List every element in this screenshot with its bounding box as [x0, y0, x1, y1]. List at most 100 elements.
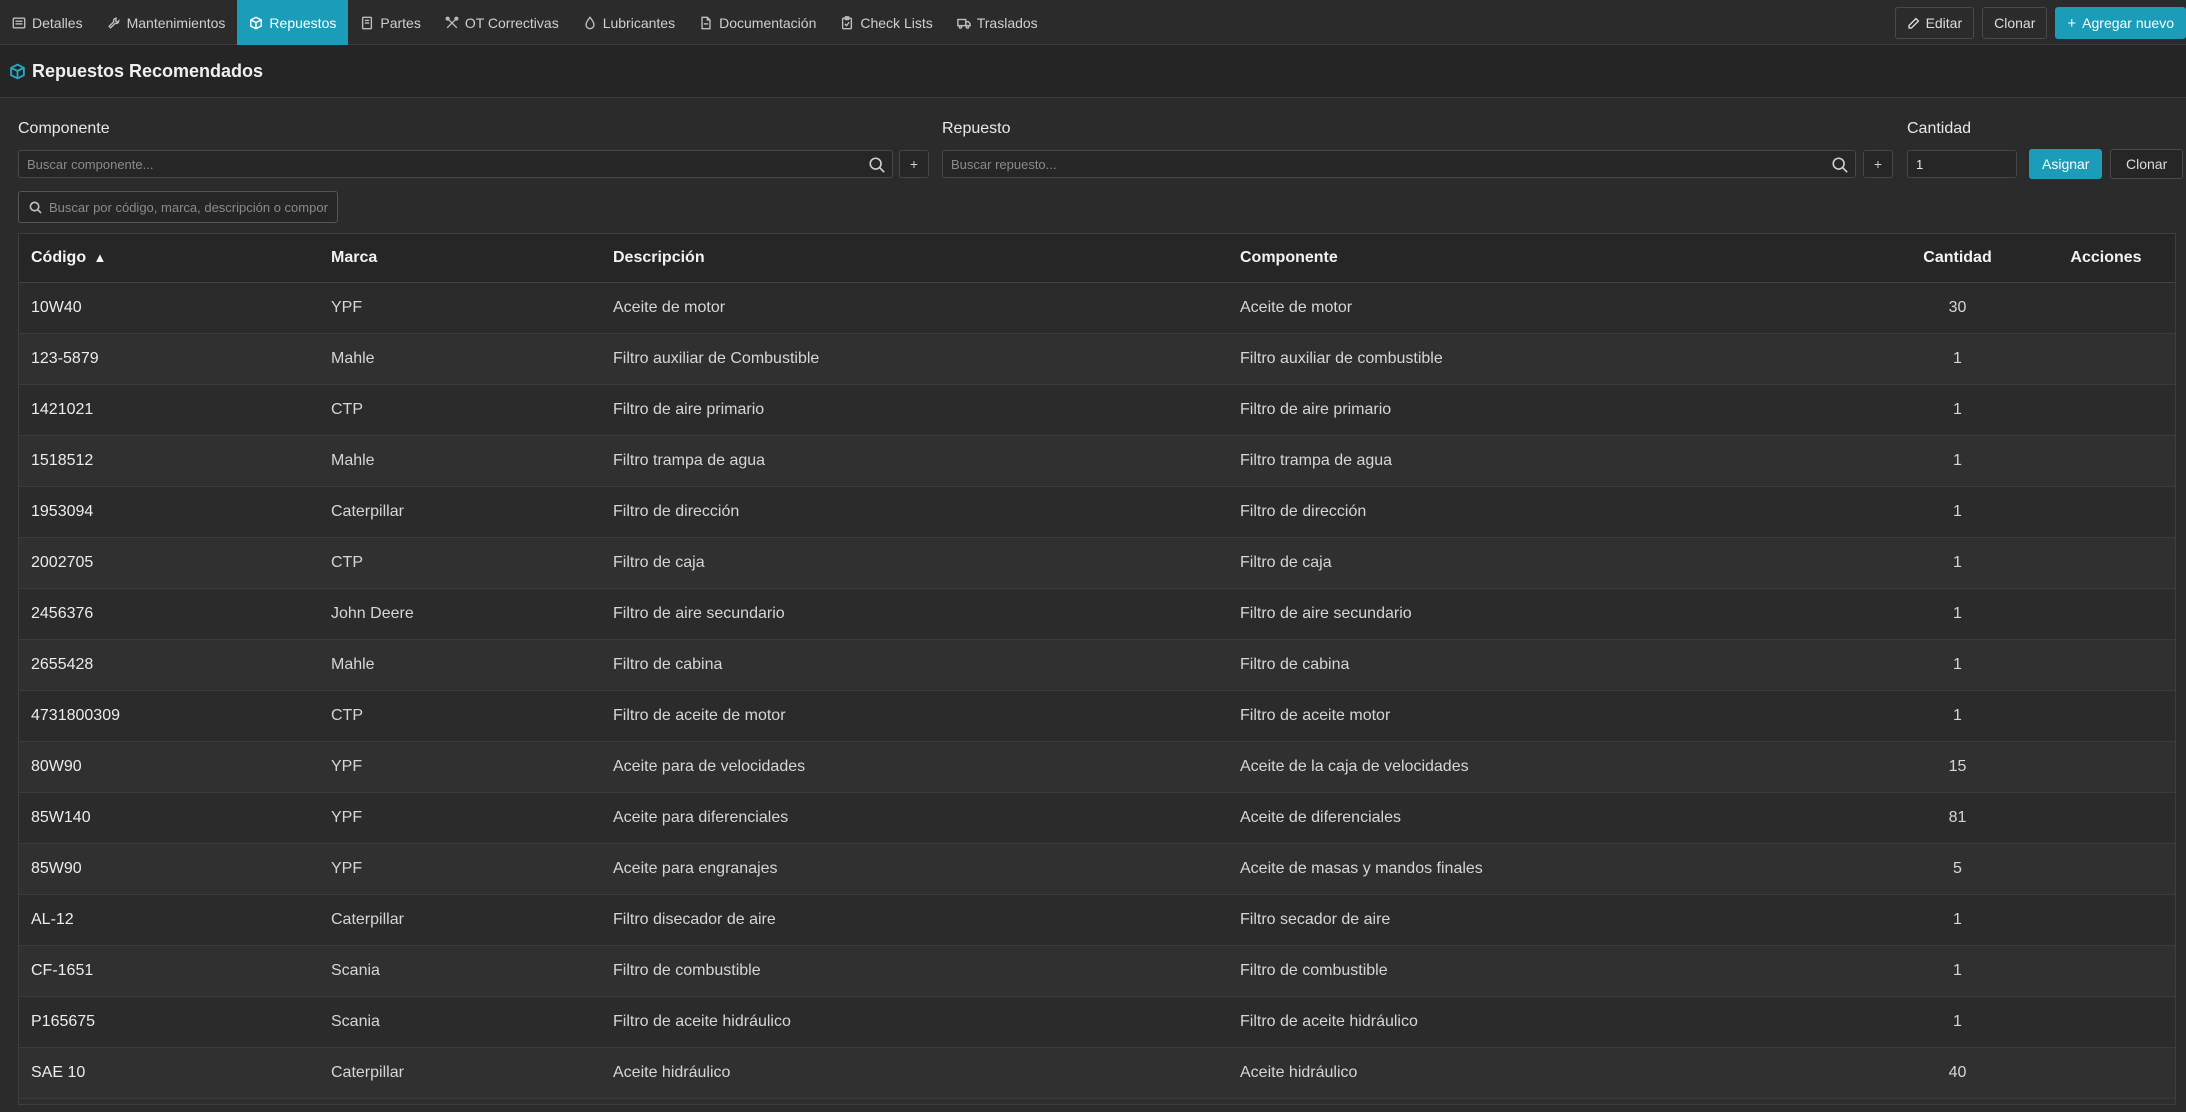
table-row[interactable]: CF-1651 Scania Filtro de combustible Filtro…	[19, 945, 2175, 996]
cell-brand: Mahle	[331, 655, 375, 673]
table-row[interactable]: 123-5879 Mahle Filtro auxiliar de Combusti…	[19, 333, 2175, 384]
column-header-brand[interactable]: Marca	[319, 234, 601, 283]
cell-actions	[2035, 843, 2175, 894]
cell-code: CF-1651	[31, 961, 94, 979]
table-row[interactable]: 80W90 YPF Aceite para de velocidades Aceite…	[19, 741, 2175, 792]
cell-quantity: 5	[1953, 859, 1962, 877]
quantity-input[interactable]: 1	[1907, 150, 2017, 178]
add-new-button[interactable]: + Agregar nuevo	[2055, 7, 2186, 39]
cell-brand: Mahle	[331, 451, 375, 469]
cell-actions	[2035, 894, 2175, 945]
table-row[interactable]: AL-12 Caterpillar Filtro disecador de aire…	[19, 894, 2175, 945]
cell-actions	[2035, 741, 2175, 792]
cell-quantity: 81	[1948, 808, 1967, 826]
cell-brand: Caterpillar	[331, 502, 404, 520]
tab-traslados[interactable]: Traslados	[945, 0, 1050, 45]
cell-description: Filtro auxiliar de Combustible	[613, 349, 820, 367]
edit-button[interactable]: Editar	[1894, 7, 1975, 39]
column-header-description[interactable]: Descripción	[601, 234, 1228, 283]
tab-check-lists[interactable]: Check Lists	[828, 0, 944, 45]
tab-detalles[interactable]: Detalles	[0, 0, 95, 45]
table-row[interactable]: 1421021 CTP Filtro de aire primario Filtro …	[19, 384, 2175, 435]
tab-ot-correctivas[interactable]: OT Correctivas	[433, 0, 571, 45]
table-row[interactable]: SAE 10 Caterpillar Aceite hidráulico Aceite…	[19, 1047, 2175, 1098]
table-row[interactable]: 85W90 YPF Aceite para engranajes Aceite de …	[19, 843, 2175, 894]
tab-label: Detalles	[32, 14, 83, 31]
tab-label: Mantenimientos	[126, 14, 226, 31]
cell-brand: YPF	[331, 298, 363, 316]
cell-component: Filtro de aceite motor	[1240, 706, 1391, 724]
component-label: Componente	[18, 120, 110, 137]
search-icon[interactable]	[1831, 156, 1849, 174]
table-filter-input[interactable]: Buscar por código, marca, descripción o …	[18, 191, 338, 223]
plus-icon: +	[2067, 14, 2077, 32]
column-header-component[interactable]: Componente	[1228, 234, 1880, 283]
component-search-input[interactable]: Buscar componente...	[18, 150, 893, 178]
column-header-code-label: Código	[31, 248, 87, 266]
cell-component: Filtro auxiliar de combustible	[1240, 349, 1443, 367]
box-icon	[10, 63, 25, 79]
tab-documentacion[interactable]: Documentación	[687, 0, 828, 45]
tab-list: Detalles Mantenimientos Repuestos Partes…	[0, 0, 1050, 45]
cell-brand: YPF	[331, 757, 363, 775]
cell-brand: Caterpillar	[331, 1063, 404, 1081]
cell-actions	[2035, 384, 2175, 435]
spare-search-placeholder: Buscar repuesto...	[951, 156, 1057, 172]
truck-icon	[956, 18, 971, 29]
table-row[interactable]: 2456376 John Deere Filtro de aire secundar…	[19, 588, 2175, 639]
cell-brand: CTP	[331, 706, 363, 724]
column-header-quantity[interactable]: Cantidad	[1880, 234, 2035, 283]
table-row[interactable]: 85W140 YPF Aceite para diferenciales Aceite…	[19, 792, 2175, 843]
add-spare-button[interactable]: +	[1863, 150, 1893, 178]
tab-mantenimientos[interactable]: Mantenimientos	[95, 0, 238, 45]
clear-button[interactable]: Clonar	[2110, 149, 2184, 179]
tab-lubricantes[interactable]: Lubricantes	[571, 0, 687, 45]
pencil-icon	[1907, 17, 1919, 29]
cell-description: Filtro disecador de aire	[613, 910, 776, 928]
table-row[interactable]: P165675 Scania Filtro de aceite hidráulico…	[19, 996, 2175, 1047]
clone-button[interactable]: Clonar	[1982, 7, 2048, 39]
cell-code: 10W40	[31, 298, 82, 316]
table-row[interactable]: 2655428 Mahle Filtro de cabina Filtro de ca…	[19, 639, 2175, 690]
tab-repuestos[interactable]: Repuestos	[237, 0, 349, 45]
table-header-row: Código ▲ Marca Descripción Componente Ca…	[19, 234, 2175, 283]
section-title: Repuestos Recomendados	[32, 60, 264, 81]
cell-quantity: 1	[1953, 1012, 1962, 1030]
tab-label: Check Lists	[860, 14, 933, 31]
table-row[interactable]: 10W40 YPF Aceite de motor Aceite de motor 30	[19, 282, 2175, 333]
spare-search-input[interactable]: Buscar repuesto...	[942, 150, 1856, 178]
table-row[interactable]: 2002705 CTP Filtro de caja Filtro de caja 1	[19, 537, 2175, 588]
header-actions: Editar Clonar + Agregar nuevo	[1894, 7, 2186, 39]
cell-actions	[2035, 537, 2175, 588]
cell-quantity: 1	[1953, 706, 1962, 724]
search-icon	[29, 201, 42, 214]
column-header-code[interactable]: Código ▲	[19, 234, 319, 283]
cell-brand: Scania	[331, 1012, 380, 1030]
cell-code: 2456376	[31, 604, 94, 622]
document-icon	[362, 16, 373, 29]
assign-button[interactable]: Asignar	[2029, 149, 2103, 179]
add-new-button-label: Agregar nuevo	[2082, 15, 2174, 31]
cell-actions	[2035, 1047, 2175, 1098]
tab-label: Documentación	[719, 14, 817, 31]
component-search-placeholder: Buscar componente...	[27, 156, 154, 172]
tab-partes[interactable]: Partes	[348, 0, 432, 45]
clone-button-label: Clonar	[1994, 15, 2036, 31]
wrench-icon	[107, 16, 120, 29]
add-component-button[interactable]: +	[899, 150, 929, 178]
cell-quantity: 1	[1953, 604, 1962, 622]
cell-brand: Caterpillar	[331, 910, 404, 928]
cell-component: Filtro de caja	[1240, 553, 1332, 571]
cell-brand: CTP	[331, 400, 363, 418]
file-icon	[701, 16, 711, 29]
column-header-actions: Acciones	[2035, 234, 2175, 283]
cell-component: Filtro de aire secundario	[1240, 604, 1412, 622]
table-row[interactable]: 1953094 Caterpillar Filtro de dirección Fil…	[19, 486, 2175, 537]
table-row[interactable]: 1518512 Mahle Filtro trampa de agua Filtro …	[19, 435, 2175, 486]
cell-component: Aceite de la caja de velocidades	[1240, 757, 1469, 775]
cell-quantity: 1	[1953, 349, 1962, 367]
table-row[interactable]: 4731800309 CTP Filtro de aceite de motor Fi…	[19, 690, 2175, 741]
search-icon[interactable]	[868, 156, 886, 174]
cell-actions	[2035, 486, 2175, 537]
spare-label: Repuesto	[942, 120, 1011, 137]
